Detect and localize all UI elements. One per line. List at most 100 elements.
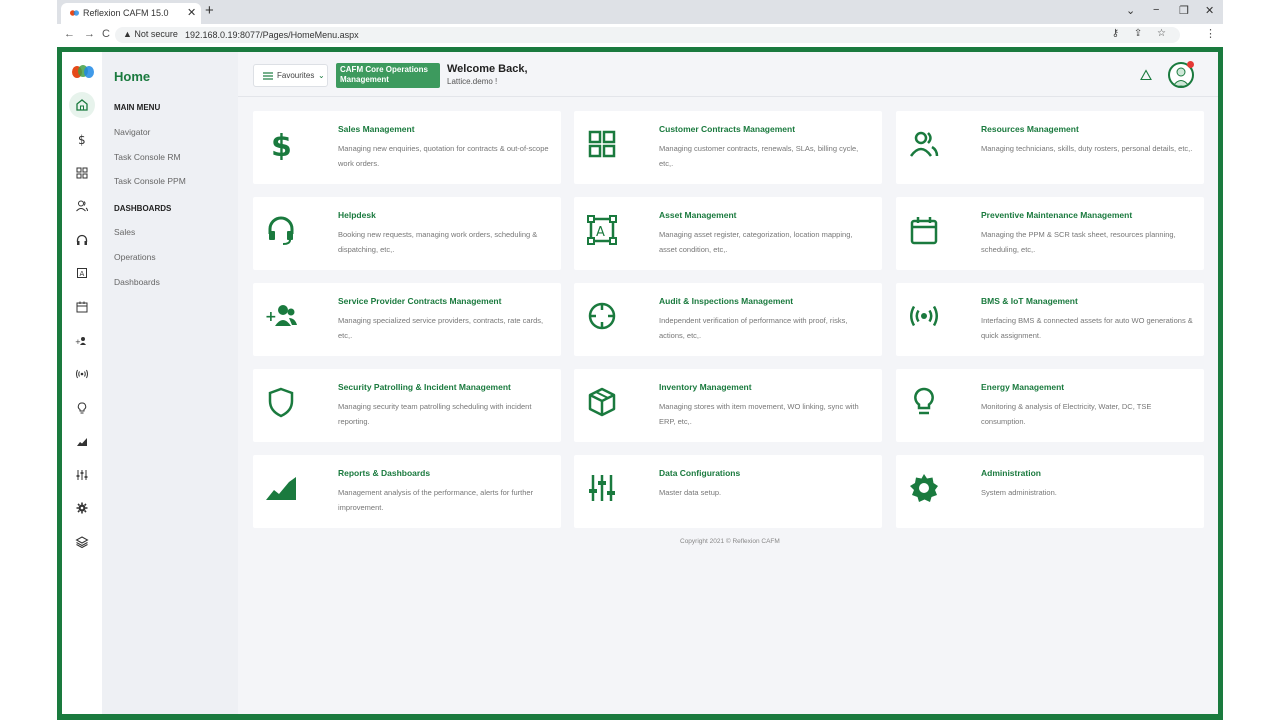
- icon-rail: $ A +: [62, 52, 102, 714]
- dollar-icon: $: [265, 127, 297, 161]
- card-title: Security Patrolling & Incident Managemen…: [338, 382, 511, 392]
- not-secure-warning[interactable]: ▲ Not secure: [123, 29, 178, 39]
- alert-icon[interactable]: [1140, 69, 1152, 81]
- side-menu: Home MAIN MENU Navigator Task Console RM…: [102, 52, 238, 714]
- card-resources-management[interactable]: Resources Management Managing technician…: [896, 111, 1204, 184]
- card-description: Managing technicians, skills, duty roste…: [981, 144, 1193, 153]
- card-description: Independent verification of performance …: [659, 316, 848, 340]
- svg-text:+: +: [265, 309, 277, 325]
- tab-search-icon[interactable]: ⌄: [1126, 4, 1135, 17]
- welcome-user: Lattice.demo !: [447, 77, 498, 86]
- rail-broadcast-icon[interactable]: [69, 362, 95, 386]
- svg-text:$: $: [78, 133, 86, 146]
- rail-users-icon[interactable]: [69, 194, 95, 218]
- rail-sliders-icon[interactable]: [69, 463, 95, 487]
- browser-menu-button[interactable]: ⋮: [1205, 27, 1216, 40]
- headset-icon: [265, 213, 297, 247]
- card-description: Interfacing BMS & connected assets for a…: [981, 316, 1193, 340]
- card-title: BMS & IoT Management: [981, 296, 1078, 306]
- card-inventory-management[interactable]: Inventory Management Managing stores wit…: [574, 369, 882, 442]
- card-helpdesk[interactable]: Helpdesk Booking new requests, managing …: [253, 197, 561, 270]
- card-title: Sales Management: [338, 124, 415, 134]
- box-icon: [586, 385, 618, 419]
- rail-dollar-icon[interactable]: $: [69, 127, 95, 151]
- notification-dot: [1187, 61, 1194, 68]
- rail-user-add-icon[interactable]: +: [69, 329, 95, 353]
- rail-chart-icon[interactable]: [69, 429, 95, 453]
- gear-icon: [908, 471, 940, 505]
- minimize-button[interactable]: −: [1153, 4, 1159, 16]
- svg-text:A: A: [596, 225, 605, 240]
- svg-text:A: A: [80, 270, 85, 278]
- rail-layers-icon[interactable]: [69, 530, 95, 554]
- card-security-patrolling[interactable]: Security Patrolling & Incident Managemen…: [253, 369, 561, 442]
- card-sales-management[interactable]: $ Sales Management Managing new enquirie…: [253, 111, 561, 184]
- rail-bulb-icon[interactable]: [69, 396, 95, 420]
- broadcast-icon: [908, 299, 940, 333]
- browser-window: Reflexion CAFM 15.0 ✕ + ⌄ − ❐ ✕ ← → C ▲ …: [57, 0, 1223, 720]
- menu-item-operations[interactable]: Operations: [114, 252, 156, 262]
- app-favicon-icon: [70, 10, 79, 16]
- tab-close-icon[interactable]: ✕: [187, 6, 196, 19]
- card-description: Booking new requests, managing work orde…: [338, 230, 538, 254]
- card-administration[interactable]: Administration System administration.: [896, 455, 1204, 528]
- browser-tab[interactable]: Reflexion CAFM 15.0 ✕: [61, 3, 201, 24]
- card-description: Managing specialized service providers, …: [338, 316, 544, 340]
- maximize-button[interactable]: ❐: [1179, 4, 1189, 17]
- svg-text:$: $: [271, 129, 292, 160]
- menu-item-sales[interactable]: Sales: [114, 227, 135, 237]
- card-description: Managing new enquiries, quotation for co…: [338, 144, 549, 168]
- chevron-down-icon: ⌄: [318, 71, 325, 80]
- users-icon: [908, 127, 940, 161]
- card-preventive-maintenance[interactable]: Preventive Maintenance Management Managi…: [896, 197, 1204, 270]
- favourites-button[interactable]: Favourites ⌄: [253, 64, 328, 87]
- user-add-icon: +: [265, 299, 297, 333]
- favourites-label: Favourites: [277, 71, 315, 80]
- card-service-provider-contracts[interactable]: + Service Provider Contracts Management …: [253, 283, 561, 356]
- close-window-button[interactable]: ✕: [1205, 4, 1214, 17]
- forward-button[interactable]: →: [84, 28, 95, 40]
- card-title: Audit & Inspections Management: [659, 296, 794, 306]
- card-title: Preventive Maintenance Management: [981, 210, 1133, 220]
- rail-grid-icon[interactable]: [69, 161, 95, 185]
- rail-gear-icon[interactable]: [69, 496, 95, 520]
- dashboards-heading: DASHBOARDS: [114, 204, 172, 213]
- main-menu-heading: MAIN MENU: [114, 103, 161, 112]
- card-description: Managing stores with item movement, WO l…: [659, 402, 859, 426]
- grid-icon: [586, 127, 618, 161]
- url-text[interactable]: 192.168.0.19:8077/Pages/HomeMenu.aspx: [185, 30, 359, 40]
- rail-home-icon[interactable]: [69, 92, 95, 118]
- menu-item-navigator[interactable]: Navigator: [114, 127, 150, 137]
- menu-item-task-console-ppm[interactable]: Task Console PPM: [114, 176, 186, 186]
- core-operations-button[interactable]: CAFM Core Operations Management: [336, 63, 440, 88]
- url-field[interactable]: ▲ Not secure 192.168.0.19:8077/Pages/Hom…: [115, 27, 1180, 43]
- rail-headset-icon[interactable]: [69, 228, 95, 252]
- copyright-text: Copyright 2021 © Reflexion CAFM: [680, 538, 780, 545]
- rail-calendar-icon[interactable]: [69, 295, 95, 319]
- card-description: Managing asset register, categorization,…: [659, 230, 853, 254]
- card-reports-dashboards[interactable]: Reports & Dashboards Management analysis…: [253, 455, 561, 528]
- menu-item-dashboards[interactable]: Dashboards: [114, 277, 160, 287]
- address-bar-icons[interactable]: ⚷ ⇪ ☆: [1112, 28, 1172, 39]
- card-title: Asset Management: [659, 210, 737, 220]
- card-energy-management[interactable]: Energy Management Monitoring & analysis …: [896, 369, 1204, 442]
- card-title: Energy Management: [981, 382, 1065, 392]
- back-button[interactable]: ←: [64, 28, 75, 40]
- rail-asset-icon[interactable]: A: [69, 261, 95, 285]
- card-audit-inspections[interactable]: Audit & Inspections Management Independe…: [574, 283, 882, 356]
- card-asset-management[interactable]: A Asset Management Managing asset regist…: [574, 197, 882, 270]
- reload-button[interactable]: C: [102, 28, 110, 40]
- shield-icon: [265, 385, 297, 419]
- card-description: Managing security team patrolling schedu…: [338, 402, 532, 426]
- card-customer-contracts[interactable]: Customer Contracts Management Managing c…: [574, 111, 882, 184]
- svg-text:+: +: [75, 338, 81, 346]
- card-description: Monitoring & analysis of Electricity, Wa…: [981, 402, 1152, 426]
- menu-title: Home: [114, 69, 151, 84]
- address-bar: ← → C ▲ Not secure 192.168.0.19:8077/Pag…: [57, 24, 1223, 46]
- card-title: Reports & Dashboards: [338, 468, 431, 478]
- new-tab-button[interactable]: +: [205, 2, 214, 19]
- card-data-configurations[interactable]: Data Configurations Master data setup.: [574, 455, 882, 528]
- app-frame: $ A + Home MAIN MENU Navigator Task Cons…: [57, 47, 1223, 720]
- card-bms-iot[interactable]: BMS & IoT Management Interfacing BMS & c…: [896, 283, 1204, 356]
- menu-item-task-console-rm[interactable]: Task Console RM: [114, 152, 181, 162]
